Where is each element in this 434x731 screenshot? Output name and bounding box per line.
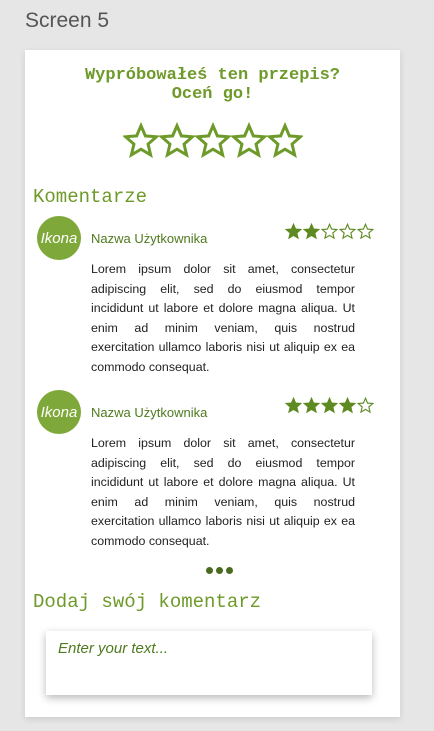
avatar[interactable]: Ikona xyxy=(37,390,81,434)
dot xyxy=(226,567,233,574)
recipe-comments-card: Wypróbowałeś ten przepis? Oceń go! Komen… xyxy=(25,50,400,717)
rating-prompt: Wypróbowałeś ten przepis? Oceń go! xyxy=(25,66,400,104)
star-outline-icon xyxy=(356,396,375,414)
star-outline-icon xyxy=(338,222,357,240)
star-outline-icon[interactable] xyxy=(229,121,268,160)
avatar[interactable]: Ikona xyxy=(37,216,81,260)
star-filled-icon xyxy=(284,222,303,240)
dot xyxy=(206,567,213,574)
dot xyxy=(216,567,223,574)
comment-rating-stars xyxy=(284,222,375,240)
more-dots-icon[interactable] xyxy=(206,567,233,574)
add-comment-title: Dodaj swój komentarz xyxy=(33,591,262,613)
star-filled-icon xyxy=(302,222,321,240)
comment-username[interactable]: Nazwa Użytkownika xyxy=(91,405,207,420)
comment-text: Lorem ipsum dolor sit amet, consectetur … xyxy=(91,262,355,374)
rating-prompt-line2: Oceń go! xyxy=(171,85,254,104)
star-outline-icon[interactable] xyxy=(193,121,232,160)
star-outline-icon[interactable] xyxy=(157,121,196,160)
comment-text: Lorem ipsum dolor sit amet, consectetur … xyxy=(91,436,355,548)
star-filled-icon xyxy=(302,396,321,414)
star-outline-icon[interactable] xyxy=(121,121,160,160)
star-filled-icon xyxy=(320,396,339,414)
star-outline-icon xyxy=(356,222,375,240)
comment-username[interactable]: Nazwa Użytkownika xyxy=(91,231,207,246)
star-filled-icon xyxy=(338,396,357,414)
rating-input-stars[interactable] xyxy=(25,121,400,160)
star-filled-icon xyxy=(284,396,303,414)
comment-input[interactable] xyxy=(46,631,372,695)
rating-prompt-line1: Wypróbowałeś ten przepis? xyxy=(84,66,341,85)
comment-rating-stars xyxy=(284,396,375,414)
star-outline-icon xyxy=(320,222,339,240)
star-outline-icon[interactable] xyxy=(265,121,304,160)
screen-label: Screen 5 xyxy=(25,9,110,32)
comments-title: Komentarze xyxy=(33,186,148,208)
